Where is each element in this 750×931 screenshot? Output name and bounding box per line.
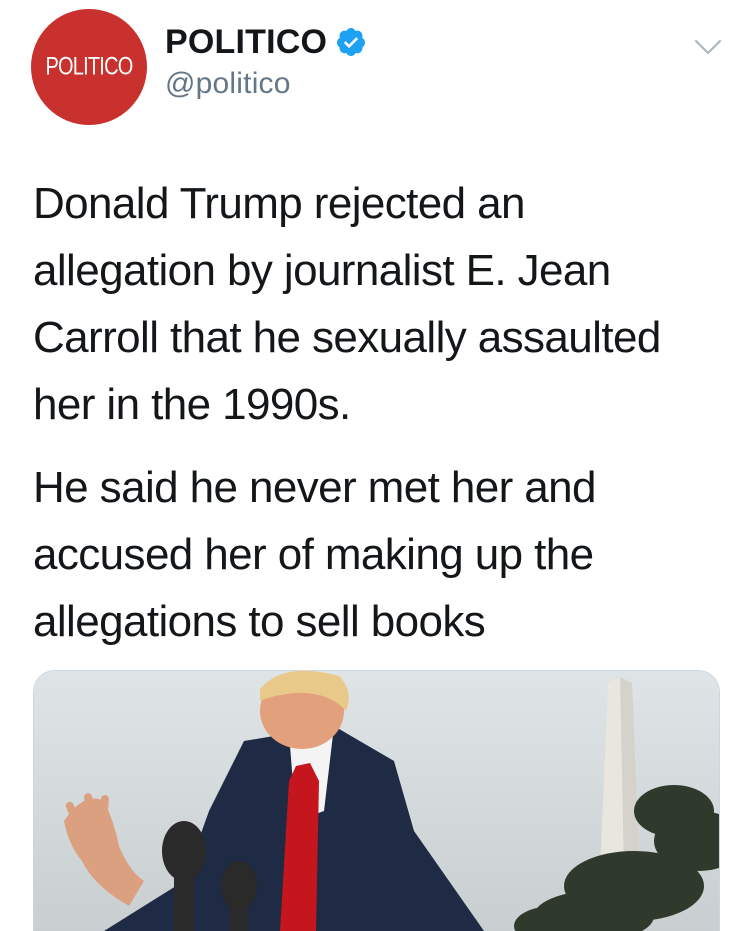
tweet-text: Donald Trump rejected an allegation by j… (33, 170, 713, 655)
display-name[interactable]: POLITICO (165, 23, 327, 62)
tweet[interactable]: POLITICO POLITICO @politico Donald Trump… (0, 0, 750, 931)
name-row: POLITICO (165, 21, 367, 63)
chevron-down-icon[interactable] (693, 36, 723, 58)
tweet-paragraph-2: He said he never met her and accused her… (33, 463, 596, 646)
avatar[interactable]: POLITICO (31, 9, 147, 125)
handle[interactable]: @politico (165, 67, 367, 101)
tweet-photo[interactable] (33, 670, 720, 931)
avatar-logo-text: POLITICO (45, 52, 134, 81)
photo-image (34, 671, 719, 931)
verified-badge-icon (337, 28, 366, 56)
tweet-author[interactable]: POLITICO @politico (165, 21, 367, 101)
tweet-paragraph-1: Donald Trump rejected an allegation by j… (33, 179, 661, 429)
